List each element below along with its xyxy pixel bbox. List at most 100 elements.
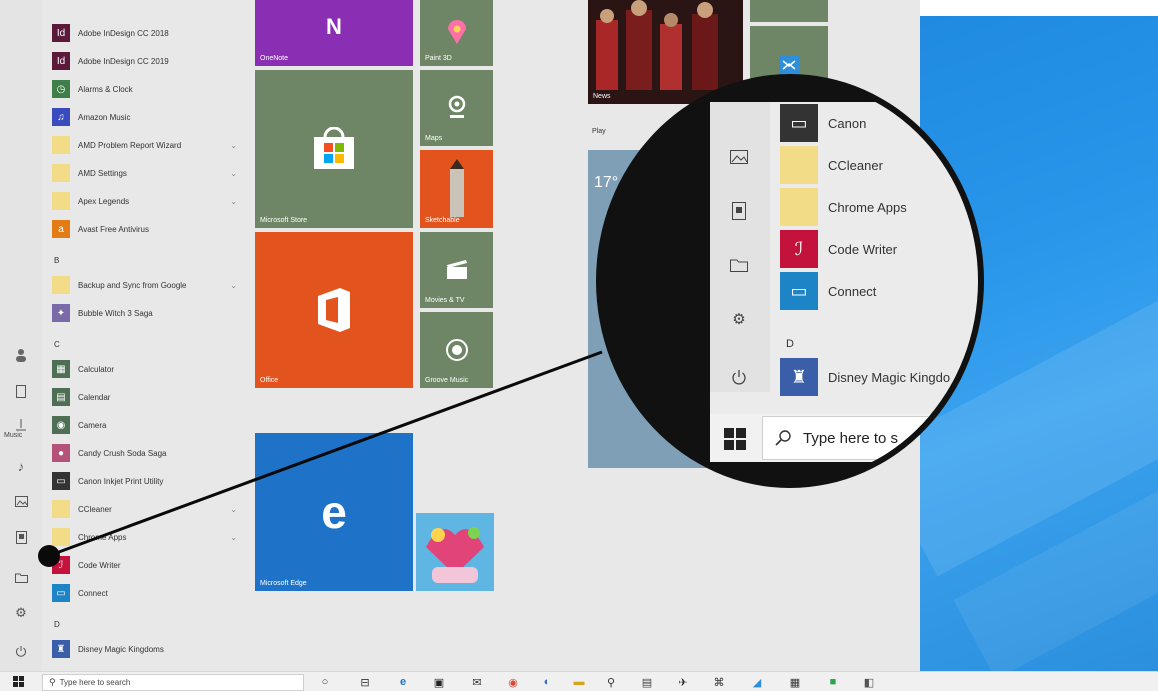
app-item[interactable]: a Avast Free Antivirus — [52, 218, 247, 240]
pin-icon[interactable]: ✈ — [676, 675, 690, 689]
magnified-rail: ⚙ — [710, 102, 770, 392]
file-explorer-icon[interactable]: ▬ — [572, 675, 586, 689]
videos-icon[interactable] — [10, 526, 32, 548]
magnified-app-item[interactable]: CCleaner — [780, 146, 883, 184]
tile-label: Movies & TV — [425, 297, 465, 304]
app-label: Chrome Apps — [78, 532, 127, 542]
app-item[interactable]: Id Adobe InDesign CC 2019 — [52, 50, 247, 72]
magnified-app-item[interactable]: ♜ Disney Magic Kingdo — [780, 358, 950, 396]
app-icon[interactable]: ■ — [826, 675, 840, 689]
app-item[interactable]: CCleaner ⌄ — [52, 498, 247, 520]
power-icon[interactable] — [728, 366, 750, 388]
app-label: Connect — [78, 588, 108, 598]
magnified-app-item[interactable]: ▭ Connect — [780, 272, 876, 310]
group-letter[interactable]: D — [54, 620, 60, 629]
cortana-icon[interactable]: ○ — [318, 675, 332, 689]
app-label: Calendar — [78, 392, 111, 402]
app-icon[interactable]: ◢ — [750, 675, 764, 689]
music-icon[interactable]: ♪ — [10, 455, 32, 477]
calendar-icon[interactable]: ▤ — [640, 675, 654, 689]
tile-groove-music[interactable]: Groove Music — [420, 312, 493, 388]
app-label: Alarms & Clock — [78, 84, 133, 94]
start-rail: Music ♪ ⚙ — [0, 0, 42, 671]
group-letter[interactable]: D — [786, 338, 794, 350]
app-item[interactable]: ✦ Bubble Witch 3 Saga — [52, 302, 247, 324]
tile-office[interactable]: Office — [255, 232, 413, 388]
app-item[interactable]: Backup and Sync from Google ⌄ — [52, 274, 247, 296]
connect-icon: ▭ — [780, 272, 818, 310]
magnified-search-box[interactable]: Type here to s — [762, 416, 978, 460]
disney-icon: ♜ — [780, 358, 818, 396]
pictures-icon[interactable] — [728, 146, 750, 168]
app-label: Calculator — [78, 364, 115, 374]
magnified-app-item[interactable]: ▭ Canon — [780, 104, 866, 142]
app-item[interactable]: ◷ Alarms & Clock — [52, 78, 247, 100]
tile-label: News — [593, 93, 611, 100]
windows-start-icon[interactable] — [724, 428, 746, 450]
app-icon[interactable]: ◐ — [540, 675, 554, 689]
app-item[interactable]: Apex Legends ⌄ — [52, 190, 247, 212]
app-item[interactable]: ♫ Amazon Music — [52, 106, 247, 128]
app-item[interactable]: ▦ Calculator — [52, 358, 247, 380]
photos-icon[interactable]: ⌘ — [712, 675, 726, 689]
group-letter[interactable]: B — [54, 256, 59, 265]
document-icon[interactable] — [10, 380, 32, 402]
app-label: Camera — [78, 420, 107, 430]
app-item[interactable]: ▭ Canon Inkjet Print Utility — [52, 470, 247, 492]
connect-icon: ▭ — [52, 584, 70, 602]
tile-label: OneNote — [260, 55, 289, 62]
app-item[interactable]: AMD Problem Report Wizard ⌄ — [52, 134, 247, 156]
power-icon[interactable] — [10, 640, 32, 662]
app-label: Disney Magic Kingdo — [828, 369, 951, 385]
windows-start-icon[interactable] — [12, 675, 26, 689]
tile-microsoft-edge[interactable]: e Microsoft Edge — [255, 433, 413, 591]
edge-icon[interactable]: e — [396, 675, 410, 689]
tile-microsoft-store[interactable]: Microsoft Store — [255, 70, 413, 228]
app-label: Connect — [828, 283, 877, 299]
store-icon[interactable]: ▣ — [432, 675, 446, 689]
calculator-icon[interactable]: ▦ — [788, 675, 802, 689]
magnified-start-menu: ⚙ ▭ Canon CCleaner Chrome Apps ℐ Code Writ… — [710, 102, 978, 462]
tile-onenote[interactable]: N OneNote — [255, 0, 413, 66]
pictures-icon[interactable] — [10, 490, 32, 512]
tile-sketchable[interactable]: Sketchable — [420, 150, 493, 228]
app-label: Canon Inkjet Print Utility — [78, 476, 164, 486]
tile-candy-crush[interactable] — [416, 513, 494, 591]
app-item[interactable]: Chrome Apps ⌄ — [52, 526, 247, 548]
app-item[interactable]: ℐ Code Writer — [52, 554, 247, 576]
magnified-app-item[interactable]: ℐ Code Writer — [780, 230, 897, 268]
search-icon: ⚲ — [49, 677, 56, 687]
app-label: AMD Settings — [78, 168, 127, 178]
tile-movies-tv[interactable]: Movies & TV — [420, 232, 493, 308]
tile-paint3d[interactable]: Paint 3D — [420, 0, 493, 66]
mail-icon[interactable]: ✉ — [470, 675, 484, 689]
app-label: Bubble Witch 3 Saga — [78, 308, 153, 318]
app-item[interactable]: AMD Settings ⌄ — [52, 162, 247, 184]
app-item[interactable]: ▭ Connect — [52, 582, 247, 604]
settings-icon[interactable]: ⚙ — [10, 602, 32, 624]
user-icon[interactable] — [10, 344, 32, 366]
indesign-icon: Id — [52, 24, 70, 42]
folder-icon[interactable] — [728, 254, 750, 276]
app-item[interactable]: ◉ Camera — [52, 414, 247, 436]
taskbar-search-box[interactable]: ⚲ Type here to search — [42, 674, 304, 691]
tile-label: Paint 3D — [425, 55, 452, 62]
music-tooltip: Music — [4, 432, 23, 439]
app-item[interactable]: Id Adobe InDesign CC 2018 — [52, 22, 247, 44]
app-item[interactable]: ♜ Disney Magic Kingdoms — [52, 638, 247, 660]
app-item[interactable]: ▤ Calendar — [52, 386, 247, 408]
search-app-icon[interactable]: ⚲ — [604, 675, 618, 689]
videos-icon[interactable] — [728, 200, 750, 222]
app-label: Code Writer — [828, 241, 898, 257]
app-item[interactable]: ● Candy Crush Soda Saga — [52, 442, 247, 464]
settings-icon[interactable]: ⚙ — [728, 308, 750, 330]
chrome-icon[interactable]: ◉ — [506, 675, 520, 689]
magnified-app-item[interactable]: Chrome Apps — [780, 188, 907, 226]
folder-icon[interactable] — [10, 566, 32, 588]
group-letter[interactable]: C — [54, 340, 60, 349]
search-text: Type here to s — [803, 429, 899, 447]
task-view-icon[interactable]: ⊟ — [358, 675, 372, 689]
app-icon[interactable]: ◧ — [862, 675, 876, 689]
tile-small[interactable] — [750, 0, 828, 22]
tile-maps[interactable]: Maps — [420, 70, 493, 146]
